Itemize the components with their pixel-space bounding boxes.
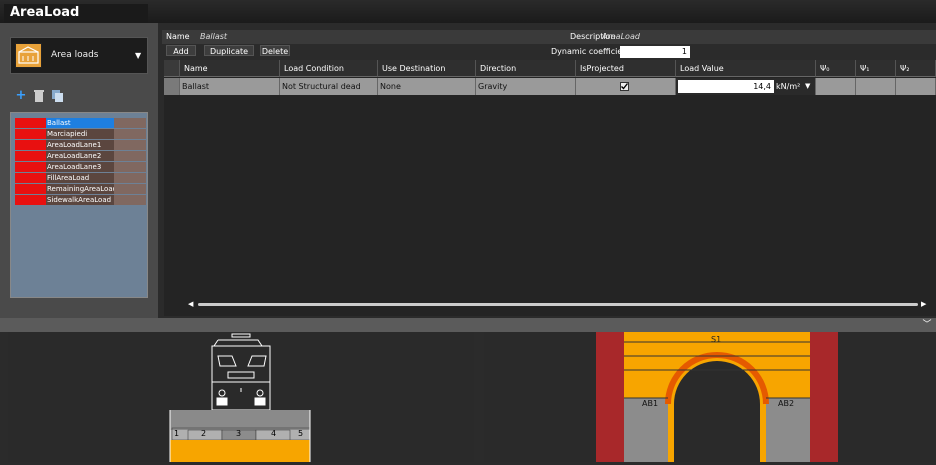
column-header-load-condition[interactable]: Load Condition (280, 60, 378, 77)
dynamic-coefficient-label: Dynamic coefficient (551, 47, 631, 56)
list-item[interactable]: SidewalkAreaLoad (15, 195, 146, 205)
list-item-extra (114, 118, 146, 128)
chevron-down-icon[interactable]: ▼ (805, 80, 810, 93)
list-item-label: AreaLoadLane2 (47, 152, 102, 160)
list-item-label: SidewalkAreaLoad (47, 196, 112, 204)
column-header-psi2[interactable]: Ψ₂ (896, 60, 936, 77)
row-header-corner (164, 60, 180, 77)
collapse-icon[interactable]: ﹀ (918, 318, 936, 332)
load-grid: Name Load Condition Use Destination Dire… (164, 60, 936, 316)
color-swatch (15, 162, 46, 172)
cell-direction[interactable]: Gravity (476, 78, 576, 95)
locomotive-drawing (169, 333, 311, 462)
abutment-label-ab2: AB2 (778, 399, 795, 408)
dynamic-coefficient-input[interactable]: 1 (620, 46, 690, 58)
list-item[interactable]: Ballast (15, 118, 146, 128)
abutment-label-ab1: AB1 (642, 399, 659, 408)
horizontal-scrollbar[interactable]: ◀ ▶ (188, 300, 928, 308)
row-selector[interactable] (164, 78, 180, 95)
isprojected-checkbox[interactable] (620, 82, 629, 91)
trash-icon[interactable] (32, 89, 46, 103)
list-item-extra (114, 195, 146, 205)
cell-name[interactable]: Ballast (180, 78, 280, 95)
name-field[interactable]: Ballast (200, 31, 227, 43)
color-swatch (15, 195, 46, 205)
arch-bridge-drawing (596, 332, 838, 462)
bridge-section-diagram: S1 AB1 AB2 (484, 332, 936, 462)
list-item-extra (114, 129, 146, 139)
chevron-down-icon[interactable]: ▼ (135, 51, 141, 60)
column-header-use-destination[interactable]: Use Destination (378, 60, 476, 77)
add-icon[interactable]: + (14, 89, 28, 103)
cell-isprojected[interactable] (576, 78, 676, 95)
load-value-input[interactable]: 14,4 (678, 80, 774, 93)
color-swatch (15, 140, 46, 150)
list-item-label: RemainingAreaLoad (47, 185, 118, 193)
cell-psi1[interactable] (856, 78, 896, 95)
color-swatch (15, 173, 46, 183)
column-header-isprojected[interactable]: IsProjected (576, 60, 676, 77)
color-swatch (15, 151, 46, 161)
list-item-label: Marciapiedi (47, 130, 88, 138)
list-item[interactable]: Marciapiedi (15, 129, 146, 139)
lane-label-1: 1 (174, 429, 180, 438)
load-type-dropdown[interactable]: Area loads ▼ (10, 37, 148, 74)
color-swatch (15, 118, 46, 128)
copy-icon[interactable] (50, 89, 64, 103)
color-swatch (15, 129, 46, 139)
panel-splitter[interactable] (0, 318, 936, 332)
list-item-label: FillAreaLoad (47, 174, 90, 182)
window-title: AreaLoad (4, 4, 148, 23)
column-header-load-value[interactable]: Load Value (676, 60, 816, 77)
area-load-icon (15, 43, 42, 68)
add-button[interactable]: Add (166, 45, 196, 56)
color-swatch (15, 184, 46, 194)
cell-load-condition[interactable]: Not Structural dead (280, 78, 378, 95)
cell-use-destination[interactable]: None (378, 78, 476, 95)
name-label: Name (166, 32, 190, 41)
lane-label-2: 2 (201, 429, 207, 438)
cell-psi0[interactable] (816, 78, 856, 95)
list-item[interactable]: AreaLoadLane1 (15, 140, 146, 150)
list-toolbar: + (10, 85, 148, 107)
area-load-list: Ballast Marciapiedi AreaLoadLane1 AreaLoadL… (10, 112, 148, 298)
list-item-extra (114, 151, 146, 161)
column-header-name[interactable]: Name (180, 60, 280, 77)
cell-psi2[interactable] (896, 78, 936, 95)
scroll-left-icon[interactable]: ◀ (188, 300, 193, 308)
list-item[interactable]: AreaLoadLane2 (15, 151, 146, 161)
span-label-s1: S1 (711, 335, 722, 344)
list-item-extra (114, 173, 146, 183)
description-field[interactable]: AreaLoad (602, 31, 640, 43)
column-header-psi1[interactable]: Ψ₁ (856, 60, 896, 77)
lane-label-5: 5 (298, 429, 304, 438)
scroll-right-icon[interactable]: ▶ (921, 300, 926, 308)
list-item[interactable]: FillAreaLoad (15, 173, 146, 183)
train-section-diagram: 1 2 3 4 5 (8, 332, 474, 462)
list-item-extra (114, 140, 146, 150)
duplicate-button[interactable]: Duplicate (204, 45, 254, 56)
list-item-label: Ballast (46, 118, 114, 128)
list-item[interactable]: RemainingAreaLoad (15, 184, 146, 194)
list-item-label: AreaLoadLane3 (47, 163, 102, 171)
header-bar (162, 30, 936, 44)
cell-load-value[interactable]: 14,4 kN/m² ▼ (676, 78, 816, 95)
list-item-label: AreaLoadLane1 (47, 141, 102, 149)
load-unit-label: kN/m² (776, 82, 801, 91)
scrollbar-thumb[interactable] (198, 303, 918, 306)
list-item[interactable]: AreaLoadLane3 (15, 162, 146, 172)
dropdown-label: Area loads (51, 50, 99, 60)
column-header-psi0[interactable]: Ψ₀ (816, 60, 856, 77)
list-item-extra (114, 184, 146, 194)
delete-button[interactable]: Delete (260, 45, 290, 56)
list-item-extra (114, 162, 146, 172)
column-header-direction[interactable]: Direction (476, 60, 576, 77)
lane-label-4: 4 (271, 429, 277, 438)
lane-label-3: 3 (236, 429, 242, 438)
